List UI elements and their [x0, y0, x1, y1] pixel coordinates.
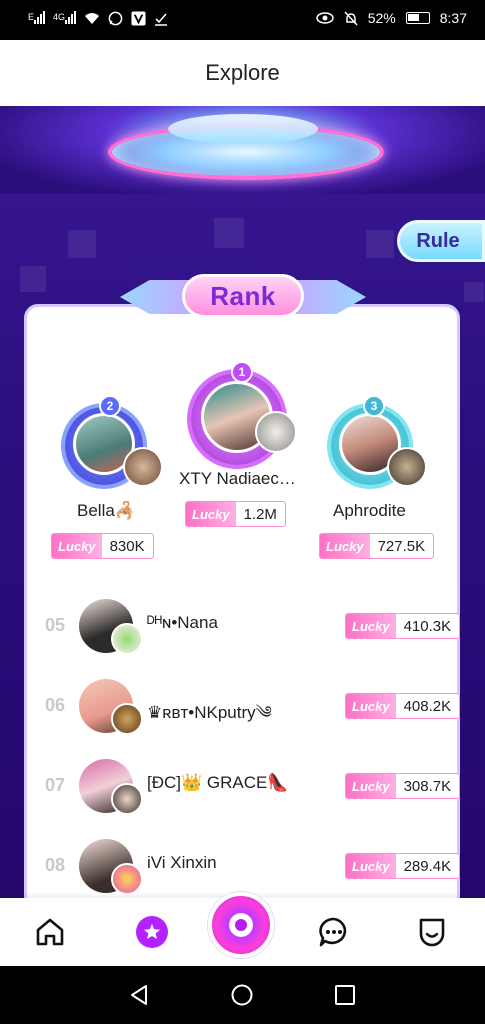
lucky-score: Lucky 410.3K: [345, 613, 461, 639]
lucky-tag: Lucky: [346, 694, 396, 718]
lucky-value: 1.2M: [243, 505, 277, 523]
mute-bell-icon: [344, 10, 358, 26]
download-icon: [155, 12, 168, 26]
rule-button[interactable]: Rule: [397, 220, 485, 262]
page-title: Explore: [205, 60, 280, 85]
app-header: Explore: [0, 40, 485, 106]
friend-avatar: [111, 783, 143, 815]
pet-avatar: [123, 447, 163, 487]
profile-face-icon: [419, 918, 445, 947]
whatsapp-icon: [108, 11, 123, 26]
rank-title-pill: Rank: [182, 274, 304, 318]
wifi-icon: [85, 13, 100, 24]
rank-badge: 2: [99, 395, 121, 417]
friend-avatar: [387, 447, 427, 487]
lucky-tag: Lucky: [320, 534, 370, 558]
rank-badge: 3: [363, 395, 385, 417]
user-name: iVi Xinxin: [147, 853, 217, 872]
star-badge-icon: [136, 916, 168, 948]
pet-avatar: [111, 703, 143, 735]
profile-tab[interactable]: [410, 910, 454, 954]
list-item[interactable]: 05 ᴰᴴɴ•Nana Lucky 410.3K: [45, 595, 465, 659]
bg-square-decoration: [366, 230, 394, 258]
podium-name: Bella🦂: [77, 501, 136, 520]
eye-icon: [315, 12, 334, 24]
bg-square-decoration: [68, 230, 96, 258]
podium-first[interactable]: 1: [191, 361, 301, 519]
rank-number: 06: [45, 695, 66, 715]
status-bar: E 4G 52% 8:37: [0, 0, 485, 40]
lucky-value: 289.4K: [403, 857, 452, 875]
recents-icon[interactable]: [334, 984, 356, 1006]
pet-avatar: [255, 411, 297, 453]
leaderboard-card: 2 Bella🦂 Lucky 830K 1 XTY Nadiaec… Lucky…: [24, 304, 461, 898]
rank-badge: 1: [231, 361, 253, 383]
user-name: ♛ʀʙᴛ•NKputry༄: [147, 703, 272, 722]
podium-third[interactable]: 3: [327, 395, 437, 551]
user-name: [ÐC]👑 GRACE👠: [147, 773, 289, 792]
lucky-tag: Lucky: [346, 854, 396, 878]
home-icon: [36, 918, 64, 946]
lucky-score: Lucky 830K: [51, 533, 154, 559]
user-name: ᴰᴴɴ•Nana: [147, 613, 218, 632]
home-circle-icon[interactable]: [231, 984, 253, 1006]
stage-banner: [0, 106, 485, 194]
rank-number: 07: [45, 775, 66, 795]
signal-icon: E: [28, 10, 46, 27]
list-item[interactable]: 06 ♛ʀʙᴛ•NKputry༄ Lucky 408.2K: [45, 675, 465, 739]
lucky-score: Lucky 408.2K: [345, 693, 461, 719]
vpn-icon: [131, 11, 146, 26]
list-item[interactable]: 08 iVi Xinxin Lucky 289.4K: [45, 835, 465, 898]
lucky-tag: Lucky: [52, 534, 102, 558]
bg-square-decoration: [214, 218, 244, 248]
lucky-score: Lucky 308.7K: [345, 773, 461, 799]
rank-number: 08: [45, 855, 66, 875]
lucky-tag: Lucky: [186, 502, 236, 526]
lucky-value: 308.7K: [403, 777, 452, 795]
bg-square-decoration: [464, 282, 484, 302]
podium-name: Aphrodite: [333, 501, 406, 520]
chat-icon: [319, 917, 347, 947]
rank-title-banner: Rank: [120, 272, 366, 322]
list-item[interactable]: 07 [ÐC]👑 GRACE👠 Lucky 308.7K: [45, 755, 465, 819]
lucky-score: Lucky 727.5K: [319, 533, 435, 559]
lucky-value: 830K: [109, 537, 145, 555]
lucky-tag: Lucky: [346, 614, 396, 638]
battery-percent: 52%: [367, 10, 396, 26]
messages-tab[interactable]: [312, 910, 356, 954]
bottom-nav: [0, 892, 485, 966]
network-type-1: E: [28, 12, 35, 22]
clock: 8:37: [439, 10, 467, 26]
podium-second[interactable]: 2: [59, 395, 169, 551]
rank-title: Rank: [210, 280, 276, 311]
go-live-button[interactable]: [208, 892, 274, 958]
pet-avatar: [111, 863, 143, 895]
camera-icon: [235, 919, 247, 931]
network-type-2: 4G: [53, 12, 66, 22]
home-tab[interactable]: [28, 910, 72, 954]
podium-name: XTY Nadiaec…: [179, 469, 296, 488]
lucky-tag: Lucky: [346, 774, 396, 798]
stage-top-decoration: [168, 114, 318, 144]
explore-tab[interactable]: [130, 910, 174, 954]
system-nav-bar: [0, 966, 485, 1024]
battery-icon: [405, 12, 430, 24]
pet-avatar: [111, 623, 143, 655]
rule-label: Rule: [416, 229, 460, 252]
rank-panel: Rule 2 Bella🦂 Lucky 830K 1 XTY Nadiaec… …: [0, 106, 485, 898]
bg-square-decoration: [20, 266, 46, 292]
back-icon[interactable]: [128, 984, 150, 1006]
lucky-score: Lucky 289.4K: [345, 853, 461, 879]
lucky-value: 410.3K: [403, 617, 452, 635]
lucky-score: Lucky 1.2M: [185, 501, 286, 527]
lucky-value: 727.5K: [377, 537, 426, 555]
signal-icon-2: 4G: [53, 10, 77, 27]
lucky-value: 408.2K: [403, 697, 452, 715]
rank-number: 05: [45, 615, 66, 635]
